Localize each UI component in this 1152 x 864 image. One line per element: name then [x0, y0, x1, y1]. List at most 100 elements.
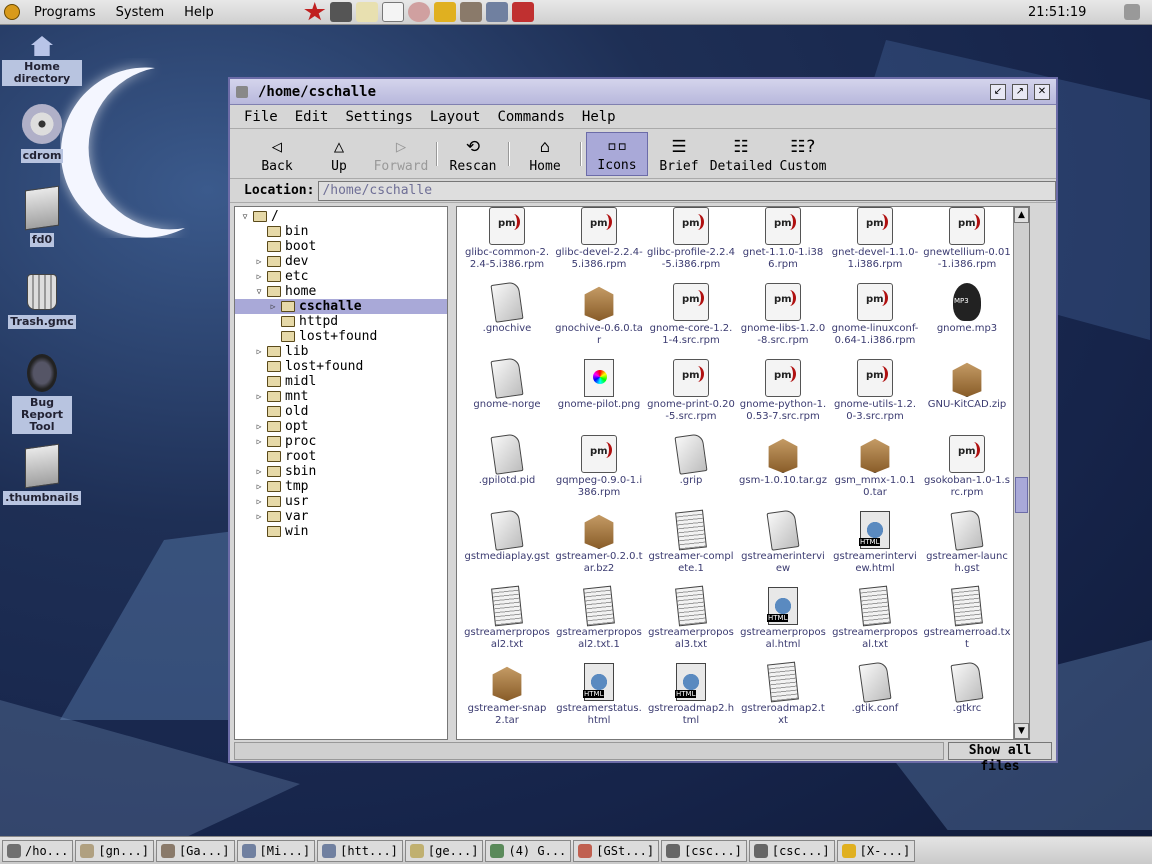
icons-view-button[interactable]: ▫▫ Icons	[586, 131, 648, 176]
tree-node[interactable]: ▷ etc	[235, 269, 447, 284]
collapsed-arrow-icon[interactable]: ▷	[253, 392, 265, 401]
file-item[interactable]: glibc-common-2.2.4-5.i386.rpm	[461, 207, 553, 279]
file-item[interactable]: gsm-1.0.10.tar.gz	[737, 431, 829, 507]
minimize-icon[interactable]: ↙	[990, 83, 1006, 100]
clock-launcher-icon[interactable]	[407, 2, 430, 22]
file-item[interactable]: gstreamerproposal2.txt.1	[553, 583, 645, 659]
tree-node[interactable]: ▷ cschalle	[235, 299, 447, 314]
collapsed-arrow-icon[interactable]: ▷	[253, 257, 265, 266]
forward-button[interactable]: ▷ Forward	[370, 132, 432, 176]
tree-node[interactable]: midl	[235, 374, 447, 389]
collapsed-arrow-icon[interactable]: ▷	[267, 302, 279, 311]
file-item[interactable]: gstreamerproposal.txt	[829, 583, 921, 659]
up-button[interactable]: △ Up	[308, 132, 370, 176]
taskbar-button[interactable]: [csc...]	[748, 839, 835, 862]
file-item[interactable]: gnome.mp3	[921, 279, 1013, 355]
tree-node[interactable]: boot	[235, 239, 447, 254]
file-item[interactable]: gqmpeg-0.9.0-1.i386.rpm	[553, 431, 645, 507]
file-item[interactable]: gnome-norge	[461, 355, 553, 431]
back-button[interactable]: ◁ Back	[246, 132, 308, 176]
file-item[interactable]: gnome-python-1.0.53-7.src.rpm	[737, 355, 829, 431]
file-item[interactable]: .gnochive	[461, 279, 553, 355]
taskbar-button[interactable]: [X-...]	[836, 839, 916, 862]
collapsed-arrow-icon[interactable]: ▷	[253, 422, 265, 431]
custom-view-button[interactable]: ☷? Custom	[772, 132, 834, 176]
file-item[interactable]: gstreamerstatus.html	[553, 659, 645, 735]
taskbar-button[interactable]: (4) G...	[485, 839, 572, 862]
file-item[interactable]: gsm_mmx-1.0.10.tar	[829, 431, 921, 507]
taskbar-button[interactable]: [Mi...]	[236, 839, 316, 862]
desktop-icon-thumbnails[interactable]: .thumbnails	[2, 443, 82, 505]
expanded-arrow-icon[interactable]: ▽	[239, 212, 251, 221]
directory-tree[interactable]: ▽ / bin boot ▷ dev ▷ etc ▽ home ▷ cschalle httpd lost…	[234, 206, 448, 740]
tree-node[interactable]: old	[235, 404, 447, 419]
collapsed-arrow-icon[interactable]: ▷	[253, 497, 265, 506]
file-item[interactable]: gnochive-0.6.0.tar	[553, 279, 645, 355]
desktop-icon-cdrom[interactable]: cdrom	[2, 104, 82, 163]
file-item[interactable]: gstreamer-launch.gst	[921, 507, 1013, 583]
tree-node[interactable]: lost+found	[235, 329, 447, 344]
taskbar-button[interactable]: /ho...	[2, 839, 74, 862]
file-item[interactable]: gnet-devel-1.1.0-1.i386.rpm	[829, 207, 921, 279]
file-item[interactable]: gnome-core-1.2.1-4.src.rpm	[645, 279, 737, 355]
file-item[interactable]: gnome-utils-1.2.0-3.src.rpm	[829, 355, 921, 431]
file-item[interactable]: gstmediaplay.gst	[461, 507, 553, 583]
file-item[interactable]: gnome-print-0.20-5.src.rpm	[645, 355, 737, 431]
file-item[interactable]: gstreamer-snap2.tar	[461, 659, 553, 735]
desktop-icon-home[interactable]: Home directory	[2, 36, 82, 86]
taskbar-button[interactable]: [htt...]	[317, 839, 403, 862]
home-button[interactable]: ⌂ Home	[514, 132, 576, 176]
file-item[interactable]: gstreamerinterview.html	[829, 507, 921, 583]
file-item[interactable]: gnome-libs-1.2.0-8.src.rpm	[737, 279, 829, 355]
collapsed-arrow-icon[interactable]: ▷	[253, 347, 265, 356]
gnome-launcher-icon[interactable]	[459, 2, 482, 22]
tree-node[interactable]: ▷ mnt	[235, 389, 447, 404]
gnome-foot-icon[interactable]	[4, 4, 20, 20]
file-item[interactable]: gstreamer-complete.1	[645, 507, 737, 583]
brief-view-button[interactable]: ☰ Brief	[648, 132, 710, 176]
tools-launcher-icon[interactable]	[433, 2, 456, 22]
collapsed-arrow-icon[interactable]: ▷	[253, 467, 265, 476]
file-item[interactable]: .gtkrc	[921, 659, 1013, 735]
tree-node[interactable]: root	[235, 449, 447, 464]
tree-node[interactable]: ▷ tmp	[235, 479, 447, 494]
expanded-arrow-icon[interactable]: ▽	[253, 287, 265, 296]
menu-edit[interactable]: Edit	[295, 109, 329, 125]
tree-node[interactable]: ▷ proc	[235, 434, 447, 449]
file-item[interactable]: GNU-KitCAD.zip	[921, 355, 1013, 431]
close-icon[interactable]: ✕	[1034, 83, 1050, 100]
taskbar-button[interactable]: [csc...]	[661, 839, 747, 862]
editor-launcher-icon[interactable]	[355, 2, 378, 22]
file-item[interactable]: .gtik.conf	[829, 659, 921, 735]
vertical-scrollbar[interactable]: ▲ ▼	[1013, 207, 1029, 739]
location-input[interactable]: /home/cschalle	[318, 180, 1056, 201]
tree-node[interactable]: ▷ opt	[235, 419, 447, 434]
terminal-launcher-icon[interactable]	[329, 2, 352, 22]
tree-node[interactable]: ▷ sbin	[235, 464, 447, 479]
menu-settings[interactable]: Settings	[345, 109, 412, 125]
collapsed-arrow-icon[interactable]: ▷	[253, 512, 265, 521]
mail-launcher-icon[interactable]	[381, 2, 404, 22]
file-item[interactable]: gstreamerroad.txt	[921, 583, 1013, 659]
window-menu-icon[interactable]	[236, 85, 248, 98]
desktop-icon-bug-report[interactable]: Bug Report Tool	[2, 354, 82, 434]
tree-node[interactable]: bin	[235, 224, 447, 239]
collapsed-arrow-icon[interactable]: ▷	[253, 437, 265, 446]
tree-node[interactable]: ▷ var	[235, 509, 447, 524]
file-item[interactable]: gstreamer-0.2.0.tar.bz2	[553, 507, 645, 583]
menu-file[interactable]: File	[244, 109, 278, 125]
tree-node[interactable]: win	[235, 524, 447, 539]
menu-layout[interactable]: Layout	[430, 109, 481, 125]
system-menu[interactable]: System	[106, 5, 174, 20]
file-item[interactable]: glibc-profile-2.2.4-5.i386.rpm	[645, 207, 737, 279]
file-item[interactable]: .grip	[645, 431, 737, 507]
file-item[interactable]: gstreroadmap2.txt	[737, 659, 829, 735]
taskbar-button[interactable]: [gn...]	[75, 839, 154, 862]
file-icon-view[interactable]: glibc-common-2.2.4-5.i386.rpmglibc-devel…	[456, 206, 1030, 740]
scroll-down-icon[interactable]: ▼	[1014, 723, 1029, 739]
applet-icon[interactable]	[1124, 4, 1140, 20]
file-item[interactable]: gstreamerproposal3.txt	[645, 583, 737, 659]
desktop-icon-trash[interactable]: Trash.gmc	[2, 274, 82, 329]
taskbar-button[interactable]: [Ga...]	[155, 839, 235, 862]
pane-splitter[interactable]	[448, 206, 456, 740]
